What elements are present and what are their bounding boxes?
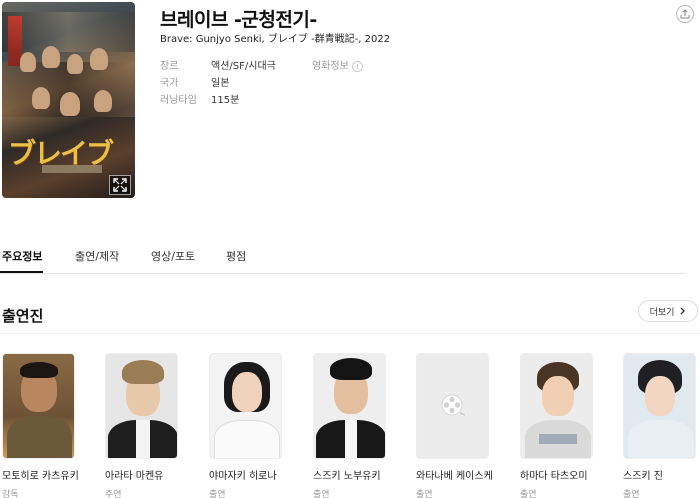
cast-name[interactable]: 스즈키 진: [623, 467, 700, 482]
section-title: 출연진: [2, 307, 44, 325]
info-value: 일본: [211, 78, 230, 89]
cast-photo[interactable]: [520, 353, 593, 459]
cast-card[interactable]: 스즈키 진 출연: [623, 353, 696, 498]
cast-card[interactable]: 아라타 마켄유 주연: [105, 353, 178, 498]
cast-name[interactable]: 모토히로 카츠유키: [2, 467, 84, 482]
chevron-right-icon: [680, 307, 686, 315]
info-label: 러닝타임: [160, 95, 197, 106]
tab-cast-crew[interactable]: 출연/제작: [75, 248, 119, 264]
cast-photo[interactable]: [313, 353, 386, 459]
cast-card[interactable]: 야마자키 히로나 출연: [209, 353, 282, 498]
cast-photo[interactable]: [105, 353, 178, 459]
cast-role: 감독: [2, 490, 19, 498]
cast-role: 출연: [209, 490, 226, 498]
tab-ratings[interactable]: 평점: [226, 248, 246, 264]
more-button[interactable]: 더보기: [638, 300, 698, 322]
movie-info-link[interactable]: 영화정보!: [312, 57, 363, 72]
cast-name[interactable]: 스즈키 노부유키: [313, 467, 395, 482]
movie-info-link-label[interactable]: 영화정보: [312, 61, 349, 72]
cast-photo[interactable]: [623, 353, 696, 459]
movie-poster[interactable]: ブレイブ: [2, 2, 135, 198]
movie-subtitle: Brave: Gunjyo Senki, ブレイブ -群青戦記-, 2022: [160, 34, 391, 45]
tab-main-info[interactable]: 주요정보: [2, 248, 42, 264]
poster-subtitle-art: [42, 165, 102, 173]
share-icon[interactable]: [676, 5, 694, 23]
cast-card[interactable]: 와타나베 케이스케 출연: [416, 353, 493, 498]
info-value: 액션/SF/시대극: [211, 61, 276, 72]
cast-role: 출연: [313, 490, 330, 498]
cast-name[interactable]: 하마다 타츠오미: [520, 467, 602, 482]
tab-video-photo[interactable]: 영상/포토: [151, 248, 195, 264]
cast-card[interactable]: 하마다 타츠오미 출연: [520, 353, 593, 498]
cast-role: 출연: [520, 490, 537, 498]
poster-title-art: ブレイブ: [8, 137, 114, 170]
cast-role: 출연: [416, 490, 433, 498]
cast-photo[interactable]: [2, 353, 75, 459]
more-button-label[interactable]: 더보기: [650, 305, 675, 318]
expand-icon[interactable]: [109, 175, 131, 195]
cast-photo[interactable]: [209, 353, 282, 459]
info-icon[interactable]: !: [351, 61, 363, 72]
active-tab-indicator: [0, 271, 43, 273]
cast-name[interactable]: 와타나베 케이스케: [416, 467, 498, 482]
cast-card[interactable]: 모토히로 카츠유키 감독: [2, 353, 79, 498]
info-value: 115분: [211, 95, 240, 106]
info-label: 국가: [160, 78, 179, 89]
cast-name[interactable]: 아라타 마켄유: [105, 467, 187, 482]
poster-characters: [12, 42, 127, 132]
film-reel-icon: [441, 394, 465, 416]
info-label: 장르: [160, 61, 179, 72]
cast-name[interactable]: 야마자키 히로나: [209, 467, 291, 482]
cast-role: 출연: [623, 490, 640, 498]
movie-title: 브레이브 -군청전기-: [160, 9, 317, 31]
cast-role: 주연: [105, 490, 122, 498]
cast-photo-placeholder[interactable]: [416, 353, 489, 459]
tab-bar: 주요정보 출연/제작 영상/포토 평점: [0, 238, 686, 274]
divider: [0, 333, 700, 334]
cast-card[interactable]: 스즈키 노부유키 출연: [313, 353, 386, 498]
